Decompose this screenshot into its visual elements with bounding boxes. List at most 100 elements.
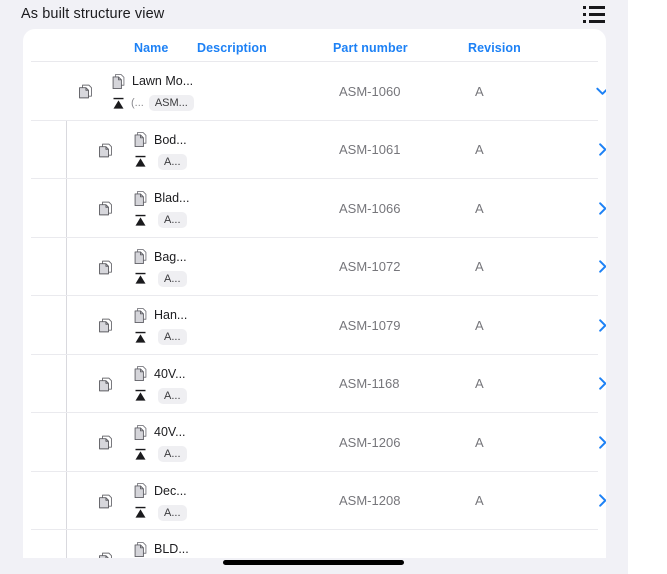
table-row[interactable]: 40V... A... ASM-1206 A — [23, 413, 606, 472]
row-expand-toggle[interactable] — [591, 121, 606, 180]
revision-triangle-icon — [133, 447, 148, 462]
name-cell: Lawn Mo... (... ASM... — [111, 72, 261, 113]
column-header-description[interactable]: Description — [197, 41, 267, 55]
table-row[interactable]: Dec... A... ASM-1208 A — [23, 471, 606, 531]
name-cell: Bod... A... — [133, 131, 283, 172]
name-line: Bag... — [133, 248, 283, 266]
document-stack-icon — [133, 307, 148, 324]
stacked-box-icon — [79, 84, 92, 99]
meta-line: (... ASM... — [111, 93, 261, 113]
list-bullet-icon[interactable] — [583, 4, 608, 25]
table-row[interactable]: BLD... — [23, 530, 606, 558]
meta-line: A... — [133, 269, 283, 289]
revision-triangle-icon — [135, 214, 146, 226]
cell-revision: A — [475, 376, 484, 392]
column-header-name[interactable]: Name — [134, 41, 168, 55]
cell-revision: A — [475, 83, 484, 99]
revision-triangle-icon — [133, 330, 148, 345]
occurrence-icon — [97, 493, 114, 510]
row-meta-badge[interactable]: A... — [158, 153, 187, 170]
structure-table-card: Name Description Part number Revision La… — [23, 29, 606, 558]
table-row[interactable]: Blad... A... ASM-1066 A — [23, 179, 606, 238]
occurrence-icon — [97, 551, 114, 558]
name-cell: Dec... A... — [133, 482, 283, 523]
column-header-part-number[interactable]: Part number — [333, 41, 408, 55]
chevron-down-icon[interactable] — [595, 84, 607, 99]
row-expand-toggle[interactable] — [591, 179, 606, 238]
row-expand-toggle[interactable] — [591, 62, 606, 121]
chevron-right-icon[interactable] — [595, 201, 607, 216]
cell-part-number: ASM-1060 — [339, 83, 401, 99]
revision-triangle-icon — [135, 272, 146, 284]
meta-line: A... — [133, 327, 283, 347]
revision-triangle-icon — [135, 155, 146, 167]
document-stack-icon — [111, 73, 126, 90]
chevron-right-icon[interactable] — [595, 493, 607, 508]
row-expand-toggle[interactable] — [591, 238, 606, 297]
table-row[interactable]: Bod... A... ASM-1061 A — [23, 120, 606, 180]
cell-part-number: ASM-1079 — [339, 317, 401, 333]
row-meta-badge[interactable]: A... — [158, 329, 187, 345]
table-row[interactable]: Bag... A... ASM-1072 A — [23, 237, 606, 297]
row-name: Han... — [154, 308, 188, 322]
row-meta-badge[interactable]: A... — [158, 446, 187, 462]
name-cell: Han... A... — [133, 306, 283, 347]
document-stack-icon — [134, 248, 147, 265]
tree-connector-line — [66, 413, 67, 472]
stacked-box-icon — [99, 143, 112, 157]
revision-triangle-icon — [111, 96, 126, 111]
row-meta-badge[interactable]: A... — [158, 387, 187, 404]
row-meta-prefix: (... — [131, 97, 144, 109]
table-row[interactable]: Lawn Mo... (... ASM... ASM-1060 A — [23, 62, 606, 121]
document-stack-icon — [133, 424, 148, 441]
tree-connector-line — [66, 179, 67, 238]
stacked-box-icon — [99, 494, 112, 508]
name-line: Blad... — [133, 189, 283, 207]
list-dot — [583, 20, 586, 23]
meta-line: A... — [133, 152, 283, 172]
meta-line: A... — [133, 210, 283, 230]
row-expand-toggle[interactable] — [591, 413, 606, 472]
list-dot — [583, 13, 586, 16]
document-stack-icon — [134, 541, 147, 557]
chevron-right-icon[interactable] — [595, 259, 607, 274]
name-cell: Blad... A... — [133, 189, 283, 230]
occurrence-icon — [97, 317, 114, 334]
row-expand-toggle[interactable] — [591, 530, 606, 558]
row-name: Bag... — [154, 249, 187, 264]
table-row[interactable]: 40V... A... ASM-1168 A — [23, 354, 606, 414]
stacked-box-icon — [99, 377, 112, 391]
table-row[interactable]: Han... A... ASM-1079 A — [23, 296, 606, 355]
row-meta-badge[interactable]: A... — [158, 270, 187, 287]
stacked-box-icon — [99, 318, 112, 333]
row-expand-toggle[interactable] — [591, 296, 606, 355]
tree-connector-line — [66, 120, 67, 179]
name-line: Lawn Mo... — [111, 72, 261, 90]
meta-line: A... — [133, 444, 283, 464]
row-meta-badge[interactable]: ASM... — [148, 95, 194, 111]
cell-part-number: ASM-1066 — [339, 200, 401, 216]
occurrence-icon — [97, 200, 114, 217]
name-cell: Bag... A... — [133, 248, 283, 289]
cell-part-number: ASM-1168 — [339, 376, 400, 392]
chevron-right-icon[interactable] — [595, 318, 607, 333]
stacked-box-icon — [99, 201, 112, 216]
document-stack-icon — [134, 307, 147, 323]
row-name: Blad... — [154, 191, 190, 205]
document-stack-icon — [134, 190, 147, 206]
chevron-right-icon[interactable] — [595, 376, 607, 391]
row-meta-badge[interactable]: A... — [158, 212, 187, 228]
row-meta-badge[interactable]: A... — [158, 504, 187, 521]
chevron-right-icon[interactable] — [595, 435, 607, 450]
row-expand-toggle[interactable] — [591, 355, 606, 414]
top-bar: As built structure view — [0, 0, 628, 29]
document-stack-icon — [112, 73, 125, 89]
row-expand-toggle[interactable] — [591, 472, 606, 531]
column-header-revision[interactable]: Revision — [468, 41, 521, 55]
meta-line: A... — [133, 503, 283, 523]
list-bar — [589, 20, 605, 23]
chevron-right-icon[interactable] — [595, 142, 607, 157]
revision-triangle-icon — [135, 506, 146, 518]
list-bar — [589, 6, 605, 9]
screen-gutter — [628, 0, 667, 574]
